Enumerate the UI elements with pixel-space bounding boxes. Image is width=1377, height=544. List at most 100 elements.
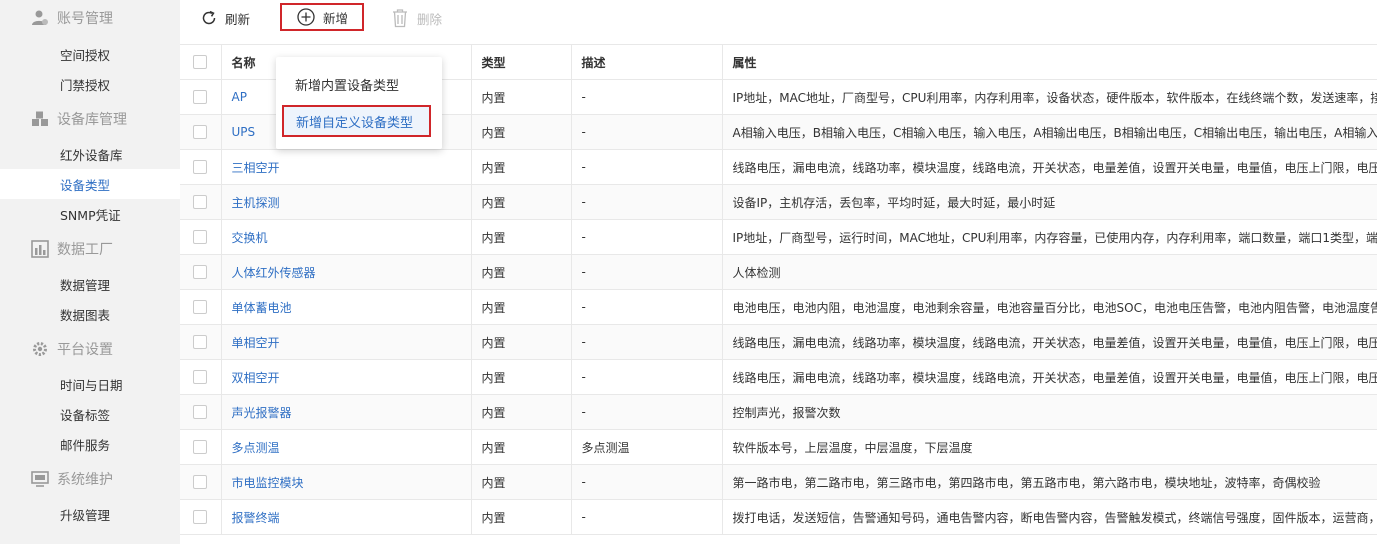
device-type-name-link[interactable]: 双相空开 (232, 371, 280, 385)
sidebar-group[interactable]: 设备库管理 (0, 99, 180, 139)
row-checkbox-cell (180, 114, 222, 150)
sidebar-item[interactable]: 门禁授权 (0, 69, 180, 99)
name-cell: 三相空开 (221, 149, 472, 185)
select-all-cell (180, 44, 222, 80)
sidebar-group[interactable]: 数据工厂 (0, 229, 180, 269)
type-cell: 内置 (471, 114, 572, 150)
attrs-cell: 电池电压，电池内阻，电池温度，电池剩余容量，电池容量百分比，电池SOC，电池电压… (722, 289, 1377, 325)
desc-cell: - (571, 149, 723, 185)
sidebar-item[interactable]: 数据图表 (0, 299, 180, 329)
row-checkbox[interactable] (193, 265, 208, 280)
add-custom-type-option[interactable]: 新增自定义设备类型 (282, 105, 431, 137)
desc-cell: - (571, 79, 723, 115)
sidebar-group-label: 系统维护 (57, 472, 113, 488)
desc-cell: - (571, 219, 723, 255)
name-cell: 声光报警器 (221, 394, 472, 430)
refresh-button[interactable]: 刷新 (201, 8, 250, 28)
attrs-cell: 线路电压，漏电电流，线路功率，模块温度，线路电流，开关状态，电量差值，设置开关电… (722, 149, 1377, 185)
table-row: 市电监控模块 内置 - 第一路市电，第二路市电，第三路市电，第四路市电，第五路市电，第… (180, 464, 1377, 500)
desc-cell: - (571, 324, 723, 360)
sidebar-item[interactable]: 空间授权 (0, 39, 180, 69)
name-cell: 多点测温 (221, 429, 472, 465)
table-row: 多点测温 内置 多点测温 软件版本号，上层温度，中层温度，下层温度 (180, 429, 1377, 465)
sidebar-item[interactable]: 时间与日期 (0, 369, 180, 399)
device-type-name-link[interactable]: 多点测温 (232, 441, 280, 455)
row-checkbox[interactable] (193, 440, 208, 455)
table-row: 报警终端 内置 - 拨打电话，发送短信，告警通知号码，通电告警内容，断电告警内容，告警… (180, 499, 1377, 535)
desc-cell: - (571, 394, 723, 430)
sidebar-group-label: 设备库管理 (57, 112, 127, 128)
row-checkbox[interactable] (193, 510, 208, 525)
attrs-cell: 设备IP，主机存活，丢包率，平均时延，最大时延，最小时延 (722, 184, 1377, 220)
row-checkbox-cell (180, 184, 222, 220)
row-checkbox[interactable] (193, 405, 208, 420)
sidebar-item[interactable]: 设备标签 (0, 399, 180, 429)
type-cell: 内置 (471, 464, 572, 500)
row-checkbox[interactable] (193, 230, 208, 245)
plus-circle-icon (297, 8, 315, 26)
type-cell: 内置 (471, 149, 572, 185)
add-dropdown-menu: 新增内置设备类型 新增自定义设备类型 (276, 57, 442, 149)
device-type-name-link[interactable]: 市电监控模块 (232, 476, 304, 490)
row-checkbox[interactable] (193, 125, 208, 140)
table-row: 三相空开 内置 - 线路电压，漏电电流，线路功率，模块温度，线路电流，开关状态，电量差… (180, 149, 1377, 185)
device-type-name-link[interactable]: 三相空开 (232, 161, 280, 175)
device-type-name-link[interactable]: 主机探测 (232, 196, 280, 210)
row-checkbox[interactable] (193, 335, 208, 350)
sidebar-group[interactable]: 系统维护 (0, 459, 180, 499)
sidebar-item[interactable]: 邮件服务 (0, 429, 180, 459)
table-row: 单相空开 内置 - 线路电压，漏电电流，线路功率，模块温度，线路电流，开关状态，电量差… (180, 324, 1377, 360)
sidebar-group[interactable]: 账号管理 (0, 0, 180, 39)
type-cell: 内置 (471, 394, 572, 430)
row-checkbox-cell (180, 499, 222, 535)
column-header-desc[interactable]: 描述 (571, 44, 723, 80)
sidebar-item[interactable]: 升级管理 (0, 499, 180, 529)
row-checkbox-cell (180, 149, 222, 185)
row-checkbox-cell (180, 359, 222, 395)
device-type-name-link[interactable]: 声光报警器 (232, 406, 292, 420)
device-type-name-link[interactable]: 单相空开 (232, 336, 280, 350)
device-type-name-link[interactable]: UPS (232, 125, 256, 139)
desc-cell: 多点测温 (571, 429, 723, 465)
user-icon (31, 9, 49, 27)
sidebar-group-label: 平台设置 (57, 342, 113, 358)
row-checkbox[interactable] (193, 370, 208, 385)
sidebar: 账号管理 空间授权 门禁授权设备库管理红外设备库 设备类型 SNMP凭证数据工厂数据管理… (0, 0, 180, 544)
toolbar: 刷新 新增 删除 (180, 0, 1377, 40)
sidebar-item[interactable]: SNMP凭证 (0, 199, 180, 229)
type-cell: 内置 (471, 79, 572, 115)
column-header-attrs[interactable]: 属性 (722, 44, 1377, 80)
device-type-name-link[interactable]: AP (232, 90, 247, 104)
row-checkbox-cell (180, 79, 222, 115)
delete-button[interactable]: 删除 (391, 8, 442, 28)
row-checkbox[interactable] (193, 195, 208, 210)
add-builtin-type-option[interactable]: 新增内置设备类型 (276, 69, 442, 99)
sidebar-group[interactable]: 平台设置 (0, 329, 180, 369)
device-type-name-link[interactable]: 交换机 (232, 231, 268, 245)
trash-icon (393, 9, 407, 28)
row-checkbox[interactable] (193, 160, 208, 175)
row-checkbox-cell (180, 464, 222, 500)
type-cell: 内置 (471, 324, 572, 360)
monitor-icon (31, 470, 49, 488)
device-type-name-link[interactable]: 单体蓄电池 (232, 301, 292, 315)
select-all-checkbox[interactable] (193, 55, 208, 70)
refresh-label: 刷新 (225, 11, 251, 27)
add-button[interactable]: 新增 (280, 3, 364, 31)
sidebar-item[interactable]: 设备类型 (0, 169, 180, 199)
row-checkbox-cell (180, 324, 222, 360)
column-header-type[interactable]: 类型 (471, 44, 572, 80)
row-checkbox[interactable] (193, 90, 208, 105)
sidebar-group-label: 数据工厂 (57, 242, 113, 258)
type-cell: 内置 (471, 359, 572, 395)
row-checkbox-cell (180, 254, 222, 290)
sidebar-item[interactable]: 数据管理 (0, 269, 180, 299)
row-checkbox-cell (180, 289, 222, 325)
device-type-name-link[interactable]: 报警终端 (232, 511, 280, 525)
cubes-icon (31, 110, 49, 128)
row-checkbox[interactable] (193, 300, 208, 315)
device-type-name-link[interactable]: 人体红外传感器 (232, 266, 316, 280)
sidebar-item[interactable]: 红外设备库 (0, 139, 180, 169)
row-checkbox[interactable] (193, 475, 208, 490)
table-row: 双相空开 内置 - 线路电压，漏电电流，线路功率，模块温度，线路电流，开关状态，电量差… (180, 359, 1377, 395)
